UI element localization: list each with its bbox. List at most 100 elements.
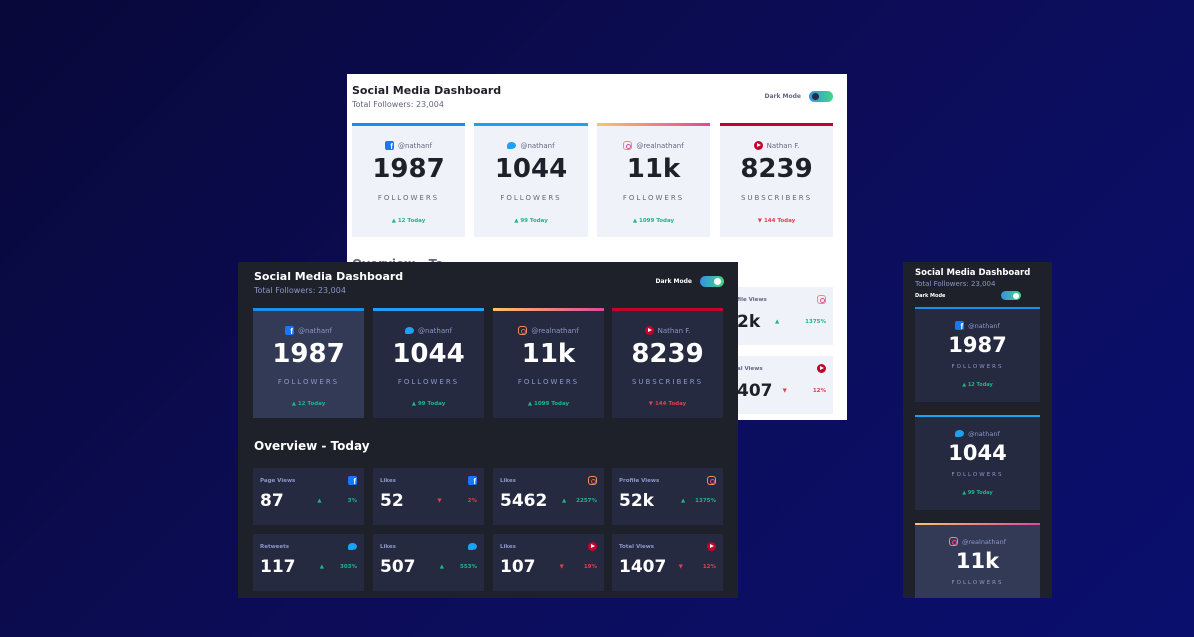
card-change: ▲ 12 Today bbox=[291, 401, 326, 407]
card-change: ▲ 12 Today bbox=[391, 218, 426, 224]
overview-change: ▲ 2257% bbox=[561, 498, 597, 504]
card-count: 8239 bbox=[740, 154, 813, 184]
card-label: FOLLOWERS bbox=[517, 378, 580, 386]
overview-value: 507 bbox=[380, 557, 416, 577]
card-count: 8239 bbox=[631, 339, 704, 369]
card-accent-bar bbox=[915, 415, 1040, 417]
card-change: ▲ 99 Today bbox=[514, 218, 548, 224]
instagram-card[interactable]: @realnathanf 11k FOLLOWERS bbox=[915, 523, 1040, 598]
overview-card[interactable]: Likes 507 ▲ 553% bbox=[373, 534, 484, 591]
dark-mode-toggle[interactable] bbox=[809, 91, 833, 102]
overview-value: 1407 bbox=[619, 557, 667, 577]
card-label: FOLLOWERS bbox=[622, 194, 685, 202]
card-handle: @nathanf bbox=[297, 326, 333, 335]
card-handle: @realnathanf bbox=[531, 326, 579, 335]
card-change: ▲ 1099 Today bbox=[527, 401, 570, 407]
dark-mode-toggle[interactable] bbox=[700, 276, 724, 287]
card-change: ▲ 99 Today bbox=[411, 401, 446, 407]
facebook-icon bbox=[955, 321, 965, 331]
facebook-icon bbox=[384, 141, 394, 151]
youtube-icon bbox=[817, 364, 826, 373]
dark-mode-toggle-group[interactable]: Dark Mode bbox=[655, 276, 724, 287]
instagram-card[interactable]: @realnathanf 11k FOLLOWERS ▲ 1099 Today bbox=[493, 308, 604, 418]
youtube-card[interactable]: Nathan F. 8239 SUBSCRIBERS ▼ 144 Today bbox=[612, 308, 723, 418]
facebook-card[interactable]: @nathanf 1987 FOLLOWERS ▲ 12 Today bbox=[915, 307, 1040, 402]
toggle-knob bbox=[812, 93, 819, 100]
twitter-card[interactable]: @nathanf 1044 FOLLOWERS ▲ 99 Today bbox=[915, 415, 1040, 510]
overview-title: Overview - Today bbox=[254, 439, 370, 453]
overview-value: 407 bbox=[737, 381, 773, 401]
card-count: 11k bbox=[626, 154, 681, 184]
overview-change: ▼ 12% bbox=[782, 388, 826, 394]
card-count: 1987 bbox=[372, 154, 445, 184]
card-label: SUBSCRIBERS bbox=[740, 194, 813, 202]
overview-card[interactable]: Page Views 87 ▲3% bbox=[253, 468, 364, 525]
dark-mode-toggle-group[interactable]: Dark Mode bbox=[764, 91, 833, 102]
overview-change: ▲ 1375% bbox=[680, 498, 716, 504]
card-change: ▲ 99 Today bbox=[962, 490, 993, 496]
card-label: FOLLOWERS bbox=[951, 580, 1004, 586]
facebook-card[interactable]: @nathanf 1987 FOLLOWERS ▲ 12 Today bbox=[253, 308, 364, 418]
overview-change: ▲ 303% bbox=[319, 564, 357, 570]
card-count: 1044 bbox=[948, 441, 1007, 465]
instagram-icon bbox=[817, 295, 826, 304]
instagram-icon bbox=[588, 476, 597, 485]
toggle-knob bbox=[714, 278, 721, 285]
card-count: 1987 bbox=[948, 333, 1007, 357]
card-label: FOLLOWERS bbox=[500, 194, 562, 202]
instagram-icon bbox=[707, 476, 716, 485]
overview-change: ▼ 19% bbox=[559, 564, 597, 570]
overview-change: ▲ 553% bbox=[439, 564, 477, 570]
overview-change: ▼ 12% bbox=[678, 564, 716, 570]
card-accent-bar bbox=[253, 308, 364, 311]
overview-card[interactable]: Likes 107 ▼ 19% bbox=[493, 534, 604, 591]
twitter-icon bbox=[468, 542, 477, 551]
card-change: ▼ 144 Today bbox=[648, 401, 687, 407]
card-accent-bar bbox=[597, 123, 710, 126]
header: Social Media Dashboard Total Followers: … bbox=[352, 84, 501, 109]
card-accent-bar bbox=[915, 523, 1040, 525]
twitter-card[interactable]: @nathanf 1044 FOLLOWERS ▲ 99 Today bbox=[474, 123, 588, 237]
overview-label: Page Views bbox=[260, 477, 296, 484]
facebook-card[interactable]: @nathanf 1987 FOLLOWERS ▲ 12 Today bbox=[352, 123, 465, 237]
dark-mode-toggle-group[interactable]: Dark Mode bbox=[915, 291, 1021, 300]
overview-card[interactable]: Total Views 1407 ▼ 12% bbox=[612, 534, 723, 591]
overview-label: Likes bbox=[500, 477, 516, 484]
overview-label: Likes bbox=[380, 543, 396, 550]
card-handle: @nathanf bbox=[397, 141, 433, 150]
overview-card[interactable]: Profile Views 52k ▲ 1375% bbox=[612, 468, 723, 525]
header: Social Media Dashboard Total Followers: … bbox=[915, 268, 1030, 288]
mobile-screenshot: Social Media Dashboard Total Followers: … bbox=[903, 262, 1052, 598]
overview-card[interactable]: Likes 52 ▼2% bbox=[373, 468, 484, 525]
card-change: ▼ 144 Today bbox=[757, 218, 796, 224]
youtube-icon bbox=[588, 542, 597, 551]
facebook-icon bbox=[284, 326, 294, 336]
overview-label: Total Views bbox=[619, 543, 655, 550]
card-label: FOLLOWERS bbox=[951, 364, 1004, 370]
dark-mode-toggle[interactable] bbox=[1001, 291, 1021, 300]
overview-label: al Views bbox=[737, 365, 763, 372]
overview-value: 87 bbox=[260, 491, 284, 511]
card-count: 1987 bbox=[272, 339, 345, 369]
overview-card[interactable]: Retweets 117 ▲ 303% bbox=[253, 534, 364, 591]
header: Social Media Dashboard Total Followers: … bbox=[254, 270, 403, 295]
twitter-icon bbox=[955, 429, 965, 438]
card-change: ▲ 1099 Today bbox=[632, 218, 675, 224]
dark-mode-screenshot: Social Media Dashboard Total Followers: … bbox=[238, 262, 738, 598]
overview-change: ▲ 1375% bbox=[774, 319, 826, 325]
overview-label: Likes bbox=[380, 477, 396, 484]
overview-card[interactable]: Likes 5462 ▲ 2257% bbox=[493, 468, 604, 525]
card-accent-bar bbox=[474, 123, 588, 126]
card-label: FOLLOWERS bbox=[277, 378, 340, 386]
twitter-icon bbox=[348, 542, 357, 551]
youtube-icon bbox=[644, 326, 654, 335]
twitter-icon bbox=[507, 141, 517, 150]
card-handle: @realnathanf bbox=[962, 537, 1006, 546]
instagram-card[interactable]: @realnathanf 11k FOLLOWERS ▲ 1099 Today bbox=[597, 123, 710, 237]
youtube-card[interactable]: Nathan F. 8239 SUBSCRIBERS ▼ 144 Today bbox=[720, 123, 833, 237]
card-label: FOLLOWERS bbox=[951, 472, 1004, 478]
overview-value: 2k bbox=[737, 312, 761, 332]
card-count: 1044 bbox=[392, 339, 465, 369]
twitter-card[interactable]: @nathanf 1044 FOLLOWERS ▲ 99 Today bbox=[373, 308, 484, 418]
card-accent-bar bbox=[612, 308, 723, 311]
